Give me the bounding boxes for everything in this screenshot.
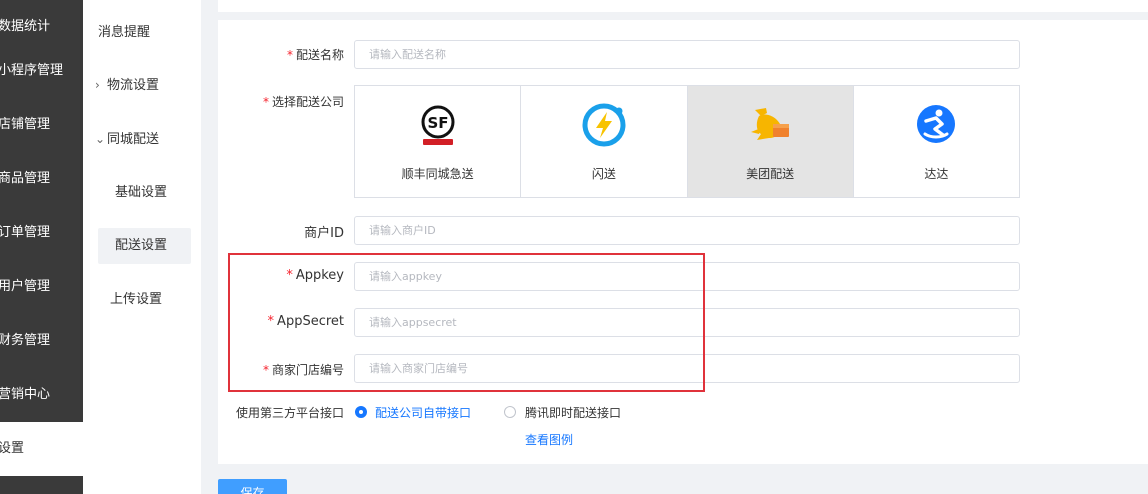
radio-builtin-api[interactable]: [355, 406, 367, 418]
main-nav-label: 店铺管理: [0, 117, 51, 132]
delivery-name-label-text: 配送名称: [295, 48, 344, 62]
required-mark: *: [262, 95, 269, 109]
appkey-label: * Appkey: [286, 268, 344, 283]
appkey-input[interactable]: [354, 262, 1020, 291]
main-nav-item-orders[interactable]: 订单管理: [0, 206, 83, 260]
main-nav-label: 订单管理: [0, 225, 51, 240]
main-nav-item-settings[interactable]: 设置: [0, 422, 83, 476]
main-nav-item-users[interactable]: 用户管理: [0, 260, 83, 314]
radio-tencent-api-label[interactable]: 腾讯即时配送接口: [525, 404, 621, 421]
company-label: * 选择配送公司: [263, 93, 344, 110]
appsecret-label-text: AppSecret: [277, 314, 344, 329]
store-no-label: * 商家门店编号: [263, 361, 344, 378]
company-option-sf[interactable]: SF 顺丰同城急送: [355, 86, 522, 197]
main-sidebar: 数据统计 小程序管理 店铺管理 商品管理 订单管理 用户管理 财务管理 营销中心…: [0, 0, 83, 494]
required-mark: *: [286, 48, 293, 62]
main-nav-label: 商品管理: [0, 171, 51, 186]
main-nav-label: 营销中心: [0, 387, 51, 402]
company-option-meituan[interactable]: 美团配送: [687, 86, 854, 197]
main-nav-label: 设置: [0, 441, 25, 456]
running-courier-icon: [917, 105, 956, 143]
sub-sidebar: 消息提醒 › 物流设置 ⌄ 同城配送 基础设置 配送设置 上传设置: [83, 0, 201, 494]
appsecret-label: * AppSecret: [268, 314, 344, 329]
sub-nav-label: 上传设置: [110, 292, 163, 307]
sub-nav-label: 同城配送: [107, 132, 160, 147]
lightning-bolt-icon: [582, 103, 626, 147]
kangaroo-icon: [751, 108, 790, 140]
store-no-input[interactable]: [354, 354, 1020, 383]
radio-tencent-api[interactable]: [504, 406, 516, 418]
company-selector: SF 顺丰同城急送 闪送 美团配送 达达: [354, 85, 1020, 198]
company-name: 达达: [924, 167, 949, 181]
delivery-name-input[interactable]: [354, 40, 1020, 69]
main-nav-item-store[interactable]: 店铺管理: [0, 98, 83, 152]
sub-nav-item-logistics[interactable]: › 物流设置: [95, 67, 188, 103]
merchant-id-input[interactable]: [354, 216, 1020, 245]
appkey-label-text: Appkey: [295, 268, 344, 283]
sub-nav-item-delivery-settings[interactable]: 配送设置: [98, 228, 191, 264]
required-mark: *: [286, 268, 293, 283]
sub-nav-item-upload-settings[interactable]: 上传设置: [98, 282, 191, 318]
required-mark: *: [262, 363, 269, 377]
chevron-down-icon: ⌄: [95, 132, 106, 146]
sub-nav-label: 配送设置: [115, 238, 168, 253]
main-nav-item-finance[interactable]: 财务管理: [0, 314, 83, 368]
company-name: 闪送: [591, 167, 616, 181]
view-example-link[interactable]: 查看图例: [525, 431, 573, 448]
chevron-right-icon: ›: [95, 78, 100, 92]
radio-builtin-api-label[interactable]: 配送公司自带接口: [375, 404, 471, 421]
third-party-label-text: 使用第三方平台接口: [235, 406, 344, 420]
sf-express-logo-icon: SF: [421, 105, 455, 145]
company-name: 美团配送: [746, 167, 795, 181]
store-no-label-text: 商家门店编号: [271, 363, 344, 377]
main-nav-label: 小程序管理: [0, 63, 64, 78]
main-nav-item-miniprogram[interactable]: 小程序管理: [0, 44, 83, 98]
company-option-shansong[interactable]: 闪送: [521, 86, 688, 197]
required-mark: *: [267, 314, 275, 329]
company-label-text: 选择配送公司: [271, 95, 344, 109]
main-nav-item-products[interactable]: 商品管理: [0, 152, 83, 206]
merchant-id-label: 商户ID: [304, 222, 344, 241]
third-party-label: 使用第三方平台接口: [236, 404, 344, 421]
save-button[interactable]: 保存: [218, 479, 287, 494]
top-card-strip: [218, 0, 1148, 12]
sub-nav-item-notifications[interactable]: 消息提醒: [98, 15, 191, 51]
main-nav-label: 财务管理: [0, 333, 51, 348]
company-name: 顺丰同城急送: [401, 167, 474, 181]
sub-nav-label: 基础设置: [115, 185, 168, 200]
sub-nav-label: 物流设置: [107, 78, 160, 93]
main-nav-item-marketing[interactable]: 营销中心: [0, 368, 83, 422]
company-option-dada[interactable]: 达达: [854, 86, 1019, 197]
merchant-id-label-text: 商户ID: [304, 226, 344, 241]
appsecret-input[interactable]: [354, 308, 1020, 337]
svg-text:SF: SF: [427, 114, 448, 132]
sub-nav-label: 消息提醒: [98, 25, 151, 40]
sub-nav-item-basic-settings[interactable]: 基础设置: [98, 175, 191, 211]
sub-nav-item-local-delivery[interactable]: ⌄ 同城配送: [95, 121, 188, 157]
delivery-name-label: * 配送名称: [287, 46, 344, 63]
main-nav-label: 用户管理: [0, 279, 51, 294]
